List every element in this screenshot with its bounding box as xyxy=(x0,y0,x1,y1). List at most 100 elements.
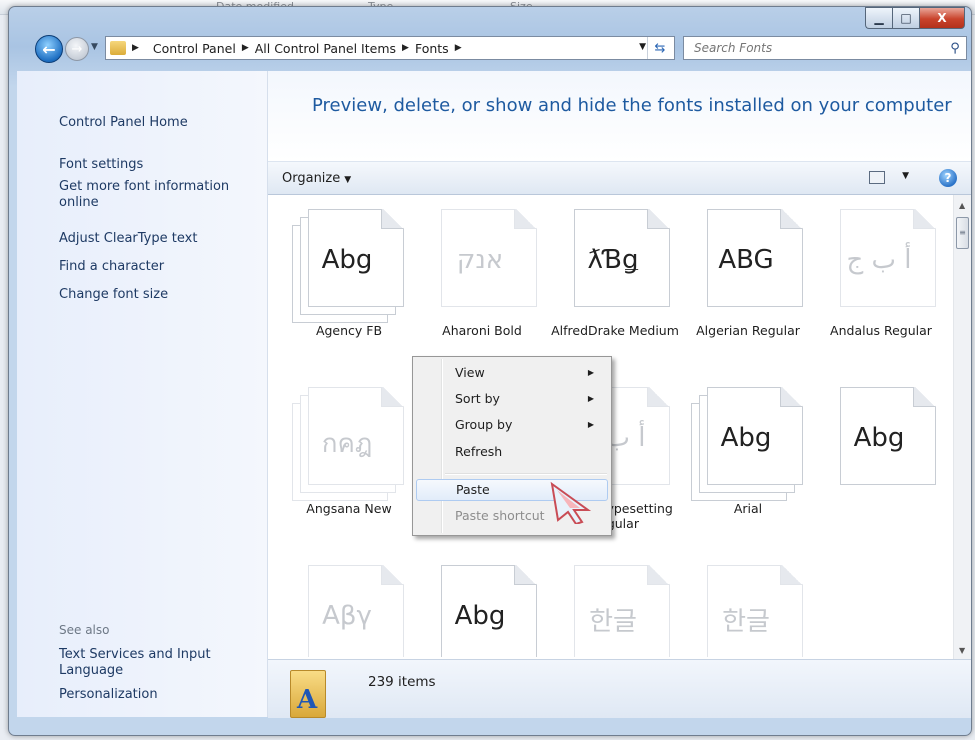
page-fold xyxy=(647,565,669,585)
font-tile[interactable]: Abg xyxy=(417,551,547,657)
menu-item-group-by[interactable]: Group by ▶ xyxy=(416,414,606,436)
search-input[interactable] xyxy=(692,40,944,56)
back-arrow-icon: ← xyxy=(42,39,56,59)
breadcrumb-control-panel[interactable]: Control Panel xyxy=(153,41,236,56)
chevron-right-icon[interactable]: ▶ xyxy=(402,43,409,53)
font-name: Angsana New xyxy=(306,501,392,516)
chevron-right-icon[interactable]: ▶ xyxy=(132,43,139,53)
breadcrumb-all-items[interactable]: All Control Panel Items xyxy=(255,41,396,56)
view-options-dropdown[interactable]: ▼ xyxy=(902,171,909,181)
font-sample-text: Abg xyxy=(321,245,373,275)
submenu-arrow-icon: ▶ xyxy=(587,368,594,377)
maximize-button[interactable]: □ xyxy=(892,7,919,29)
scroll-down-icon[interactable]: ▼ xyxy=(959,646,965,655)
back-button[interactable]: ← xyxy=(35,35,63,63)
font-tile[interactable]: أ ب ج Andalus Regular xyxy=(816,195,946,365)
menu-item-view[interactable]: View ▶ xyxy=(416,362,606,384)
navigation-bar: ← → ▼ ▶ Control Panel ▶ All Control Pane… xyxy=(21,33,967,63)
font-sample-text: ABG xyxy=(718,245,774,275)
content-header: Preview, delete, or show and hide the fo… xyxy=(268,71,971,161)
font-tile[interactable]: กคฎ Angsana New xyxy=(284,373,414,543)
chevron-right-icon[interactable]: ▶ xyxy=(455,43,462,53)
menu-label: View xyxy=(455,365,485,380)
font-tile[interactable]: ABG Algerian Regular xyxy=(683,195,813,365)
caption-buttons: ▁ □ X xyxy=(865,7,965,29)
font-tile[interactable]: 한글 xyxy=(550,551,680,657)
sidebar-link-find-character[interactable]: Find a character xyxy=(59,259,249,275)
sidebar-link-font-size[interactable]: Change font size xyxy=(59,287,249,303)
font-tile[interactable]: 한글 xyxy=(683,551,813,657)
font-name: Algerian Regular xyxy=(696,323,800,338)
search-icon[interactable]: ⚲ xyxy=(944,41,966,56)
breadcrumb-fonts[interactable]: Fonts xyxy=(415,41,449,56)
page-fold xyxy=(913,387,935,407)
menu-label: Refresh xyxy=(455,444,503,459)
command-bar: Organize ▼ ▼ ? xyxy=(268,161,971,195)
sidebar-link-font-settings[interactable]: Font settings xyxy=(59,157,249,173)
refresh-icon[interactable]: ⇆ xyxy=(647,37,672,59)
font-name: Andalus Regular xyxy=(830,323,932,338)
page-fold xyxy=(780,565,802,585)
font-tile[interactable]: Abg xyxy=(816,373,946,543)
minimize-button[interactable]: ▁ xyxy=(865,7,892,29)
address-dropdown[interactable]: ▼ xyxy=(639,42,646,52)
sidebar-link-cleartype[interactable]: Adjust ClearType text xyxy=(59,231,249,247)
page-fold xyxy=(780,387,802,407)
menu-item-refresh[interactable]: Refresh xyxy=(416,441,606,463)
details-pane: 239 items xyxy=(268,659,971,718)
sidebar-link-personalization[interactable]: Personalization xyxy=(59,687,249,703)
forward-button[interactable]: → xyxy=(65,37,89,61)
menu-item-sort-by[interactable]: Sort by ▶ xyxy=(416,388,606,410)
page-fold xyxy=(647,387,669,407)
font-name: Aharoni Bold xyxy=(442,323,522,338)
page-fold xyxy=(780,209,802,229)
chevron-right-icon[interactable]: ▶ xyxy=(242,43,249,53)
see-also-label: See also xyxy=(59,623,110,637)
page-fold xyxy=(514,565,536,585)
vertical-scrollbar[interactable]: ▲ ≡ ▼ xyxy=(953,195,971,659)
sidebar-link-home[interactable]: Control Panel Home xyxy=(59,115,249,131)
search-box: ⚲ xyxy=(683,36,967,60)
submenu-arrow-icon: ▶ xyxy=(587,394,594,403)
page-fold xyxy=(913,209,935,229)
font-name: AlfredDrake Medium xyxy=(551,323,679,338)
change-view-icon[interactable] xyxy=(869,171,885,184)
font-name: Agency FB xyxy=(315,323,383,338)
font-tile[interactable]: Abg Arial xyxy=(683,373,813,543)
font-tile[interactable]: Abg Agency FB xyxy=(284,195,414,365)
font-tile[interactable]: Αβγ xyxy=(284,551,414,657)
sidebar: Control Panel Home Font settings Get mor… xyxy=(17,71,268,717)
sidebar-link-text-services[interactable]: Text Services and Input Language xyxy=(59,647,249,679)
help-icon[interactable]: ? xyxy=(939,169,957,187)
main-content: Preview, delete, or show and hide the fo… xyxy=(268,71,971,718)
menu-label: Paste xyxy=(456,482,490,497)
sidebar-link-more-info[interactable]: Get more font information online xyxy=(59,179,249,211)
scroll-up-icon[interactable]: ▲ xyxy=(959,201,965,210)
page-fold xyxy=(381,209,403,229)
recent-pages-dropdown[interactable]: ▼ xyxy=(91,42,98,52)
font-sample-text: Abg xyxy=(720,423,772,453)
page-fold xyxy=(381,387,403,407)
chevron-down-icon: ▼ xyxy=(344,174,352,185)
close-button[interactable]: X xyxy=(919,7,965,29)
menu-label: Sort by xyxy=(455,391,500,406)
page-title: Preview, delete, or show and hide the fo… xyxy=(312,95,952,116)
font-tile[interactable]: אנק Aharoni Bold xyxy=(417,195,547,365)
fonts-folder-large-icon xyxy=(290,670,326,718)
font-sample-text: Abg xyxy=(853,423,905,453)
menu-label: Group by xyxy=(455,417,513,432)
organize-button[interactable]: Organize ▼ xyxy=(282,171,351,186)
mouse-cursor-icon xyxy=(550,481,592,524)
font-sample-text: 한글 xyxy=(589,607,637,637)
font-sample-text: Abg xyxy=(454,601,506,631)
scroll-thumb[interactable]: ≡ xyxy=(956,217,969,249)
font-name: Arial xyxy=(733,501,763,516)
page-fold xyxy=(514,209,536,229)
font-sample-text: 한글 xyxy=(722,607,770,637)
organize-label: Organize xyxy=(282,170,341,186)
address-bar[interactable]: ▶ Control Panel ▶ All Control Panel Item… xyxy=(105,36,675,60)
page-fold xyxy=(647,209,669,229)
page-fold xyxy=(381,565,403,585)
font-tile[interactable]: ƛƁǥ AlfredDrake Medium xyxy=(550,195,680,365)
font-sample-text: Αβγ xyxy=(322,601,372,631)
